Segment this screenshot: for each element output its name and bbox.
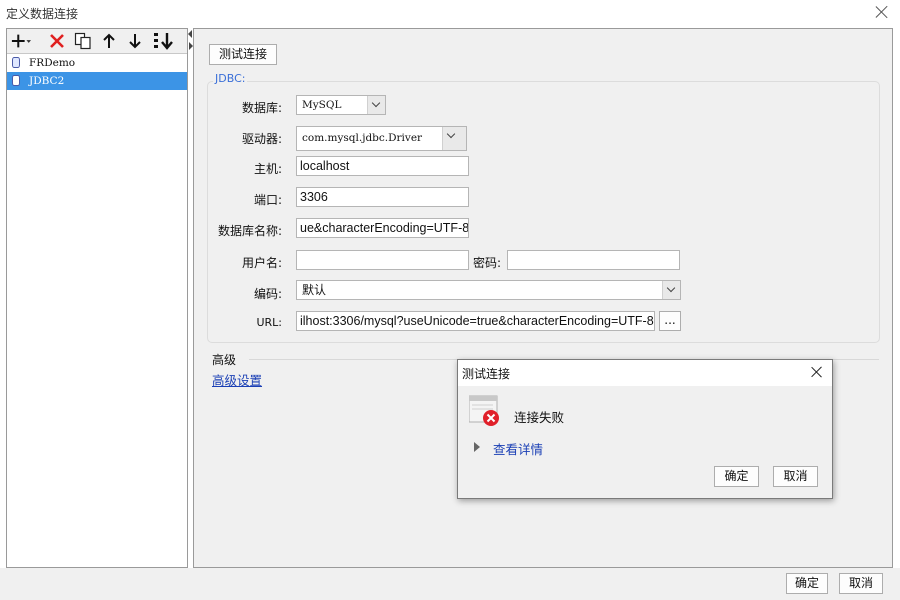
password-input[interactable] xyxy=(507,250,680,270)
chevron-down-icon[interactable] xyxy=(662,281,680,299)
window-title: 定义数据连接 xyxy=(6,7,79,21)
footer-bar: 确定 取消 xyxy=(0,568,900,600)
host-input[interactable]: localhost xyxy=(296,156,469,176)
password-label: 密码: xyxy=(473,256,502,270)
database-name-input[interactable]: ue&characterEncoding=UTF-8 xyxy=(296,218,469,238)
advanced-title: 高级 xyxy=(212,353,237,367)
test-connection-dialog: 测试连接 连接失败 查看详情 确定 取消 xyxy=(457,359,833,499)
url-more-button[interactable]: ... xyxy=(659,311,681,331)
sort-icon[interactable] xyxy=(151,31,177,51)
advanced-settings-link[interactable]: 高级设置 xyxy=(212,370,262,389)
dialog-title: 测试连接 xyxy=(462,367,511,381)
port-input[interactable]: 3306 xyxy=(296,187,469,207)
username-label: 用户名: xyxy=(241,256,282,270)
database-name-label: 数据库名称: xyxy=(217,224,282,238)
database-label: 数据库: xyxy=(241,101,282,115)
close-icon[interactable] xyxy=(874,4,890,20)
close-icon[interactable] xyxy=(810,365,824,379)
username-input[interactable] xyxy=(296,250,469,270)
list-item[interactable]: FRDemo xyxy=(7,54,187,72)
list-item[interactable]: JDBC2 xyxy=(7,72,187,90)
driver-select-value: com.mysql.jdbc.Driver xyxy=(302,132,423,144)
view-details-link[interactable]: 查看详情 xyxy=(493,439,543,458)
database-icon xyxy=(12,75,20,86)
plus-icon[interactable] xyxy=(11,31,31,51)
copy-icon[interactable] xyxy=(73,31,93,51)
port-label: 端口: xyxy=(253,193,282,207)
connection-name: JDBC2 xyxy=(29,75,65,87)
expand-arrow-icon[interactable] xyxy=(474,442,480,452)
ok-button[interactable]: 确定 xyxy=(786,573,828,594)
chevron-down-icon[interactable] xyxy=(442,127,466,150)
delete-icon[interactable] xyxy=(47,31,67,51)
cancel-button[interactable]: 取消 xyxy=(839,573,883,594)
collapse-left-icon[interactable] xyxy=(188,30,192,38)
dialog-ok-button[interactable]: 确定 xyxy=(714,466,759,487)
encoding-label: 编码: xyxy=(253,287,282,301)
encoding-select-value: 默认 xyxy=(302,283,327,297)
down-arrow-icon[interactable] xyxy=(125,31,145,51)
database-icon xyxy=(12,57,20,68)
dialog-message: 连接失败 xyxy=(514,410,565,425)
database-select[interactable]: MySQL xyxy=(296,95,386,115)
test-connection-button[interactable]: 测试连接 xyxy=(209,44,277,65)
connection-list-panel: FRDemo JDBC2 xyxy=(6,28,188,568)
host-label: 主机: xyxy=(253,162,282,176)
jdbc-group-label: JDBC: xyxy=(213,72,248,85)
dialog-titlebar: 测试连接 xyxy=(458,360,832,386)
url-input[interactable]: ilhost:3306/mysql?useUnicode=true&charac… xyxy=(296,311,655,331)
window-titlebar: 定义数据连接 xyxy=(0,0,900,26)
database-select-value: MySQL xyxy=(302,99,342,111)
jdbc-group xyxy=(207,81,880,343)
encoding-select[interactable]: 默认 xyxy=(296,280,681,300)
connection-error-icon xyxy=(469,395,499,426)
driver-select[interactable]: com.mysql.jdbc.Driver xyxy=(296,126,467,151)
driver-label: 驱动器: xyxy=(241,132,282,146)
connection-list: FRDemo JDBC2 xyxy=(7,53,187,567)
up-arrow-icon[interactable] xyxy=(99,31,119,51)
url-label: URL: xyxy=(256,316,282,329)
connection-toolbar xyxy=(7,29,187,53)
chevron-down-icon[interactable] xyxy=(367,96,385,114)
dialog-cancel-button[interactable]: 取消 xyxy=(773,466,818,487)
connection-name: FRDemo xyxy=(29,57,76,69)
